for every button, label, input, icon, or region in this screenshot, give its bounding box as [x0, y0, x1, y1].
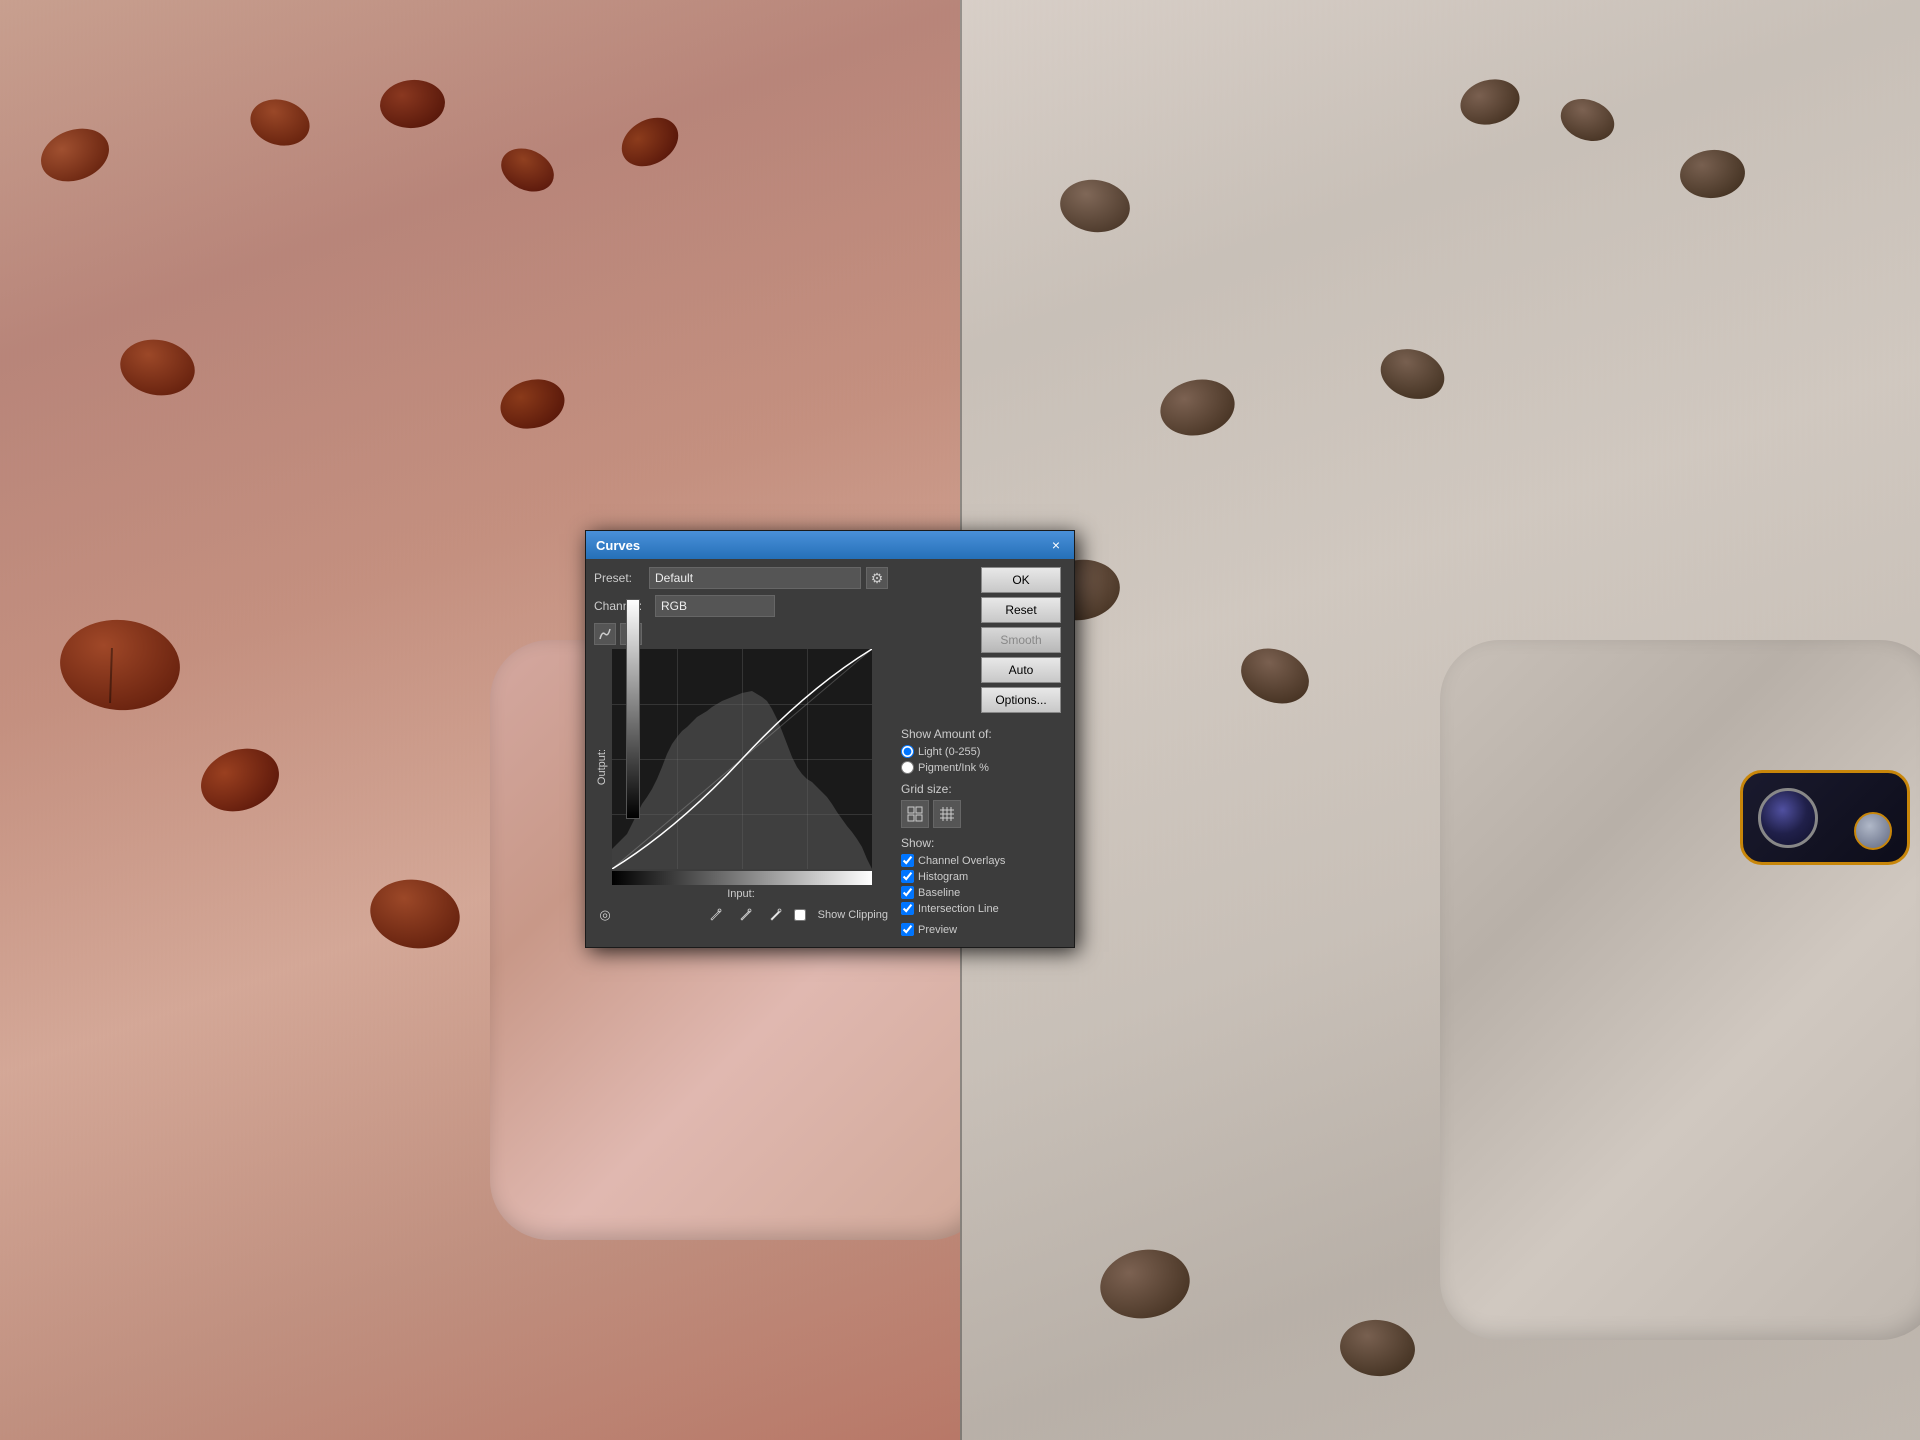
grid-size-title: Grid size: [901, 782, 1061, 796]
camera-lens-main-right [1758, 788, 1818, 848]
dialog-titlebar: Curves × [586, 531, 1074, 559]
white-eyedropper-icon[interactable] [764, 904, 786, 926]
grid-icons-row [901, 800, 1061, 828]
preset-gear-icon[interactable]: ⚙ [866, 567, 888, 589]
output-gradient-bar [626, 599, 640, 819]
preset-select[interactable]: Default Custom Lighter Darker [649, 567, 861, 589]
show-title: Show: [901, 836, 1061, 850]
buttons-column: OK Reset Smooth Auto Options... [901, 567, 1061, 721]
baseline-row: Baseline [901, 886, 1061, 899]
preview-checkbox[interactable] [901, 923, 914, 936]
dialog-close-button[interactable]: × [1048, 537, 1064, 553]
radio-light-row: Light (0-255) [901, 745, 1061, 758]
curves-canvas-container [612, 649, 872, 885]
curve-tool-spline[interactable] [594, 623, 616, 645]
options-button[interactable]: Options... [981, 687, 1061, 713]
grid-large-button[interactable] [933, 800, 961, 828]
camera-lens-small-right [1854, 812, 1892, 850]
grid-small-button[interactable] [901, 800, 929, 828]
ok-button[interactable]: OK [981, 567, 1061, 593]
channel-overlays-row: Channel Overlays [901, 854, 1061, 867]
input-gradient-bar [612, 871, 872, 885]
show-section: Show: Channel Overlays Histogram Baselin… [901, 836, 1061, 915]
phone-right [1440, 640, 1920, 1340]
channel-select[interactable]: RGB Red Green Blue [655, 595, 775, 617]
intersection-row: Intersection Line [901, 902, 1061, 915]
auto-button[interactable]: Auto [981, 657, 1061, 683]
camera-housing-right [1740, 770, 1910, 865]
channel-label: Channel: [594, 599, 650, 613]
smooth-button[interactable]: Smooth [981, 627, 1061, 653]
grid-size-section: Grid size: [901, 782, 1061, 828]
show-clipping-label: Show Clipping [818, 909, 888, 921]
preset-row: Preset: Default Custom Lighter Darker ⚙ [594, 567, 888, 589]
channel-overlays-label: Channel Overlays [918, 855, 1005, 867]
radio-pigment[interactable] [901, 761, 914, 774]
baseline-checkbox[interactable] [901, 886, 914, 899]
curves-svg [612, 649, 872, 869]
bottom-toolbar: ◎ [594, 900, 888, 930]
preview-row: Preview [901, 923, 1061, 936]
black-eyedropper-icon[interactable] [704, 904, 726, 926]
right-panel: OK Reset Smooth Auto Options... Show Amo… [896, 567, 1066, 939]
radio-light[interactable] [901, 745, 914, 758]
target-icon[interactable]: ◎ [594, 904, 616, 926]
show-clipping-checkbox[interactable] [794, 909, 806, 921]
reset-button[interactable]: Reset [981, 597, 1061, 623]
show-amount-section: Show Amount of: Light (0-255) Pigment/In… [901, 727, 1061, 774]
preview-label: Preview [918, 924, 957, 936]
input-label: Input: [594, 885, 888, 900]
preset-label: Preset: [594, 571, 644, 585]
histogram-row: Histogram [901, 870, 1061, 883]
dialog-title: Curves [596, 538, 640, 553]
baseline-label: Baseline [918, 887, 960, 899]
dialog-body: Preset: Default Custom Lighter Darker ⚙ … [586, 559, 1074, 947]
left-panel: Preset: Default Custom Lighter Darker ⚙ … [594, 567, 888, 939]
intersection-checkbox[interactable] [901, 902, 914, 915]
histogram-checkbox[interactable] [901, 870, 914, 883]
photo-right [960, 0, 1920, 1440]
radio-light-label: Light (0-255) [918, 746, 980, 758]
intersection-label: Intersection Line [918, 903, 999, 915]
histogram-label: Histogram [918, 871, 968, 883]
radio-pigment-row: Pigment/Ink % [901, 761, 1061, 774]
show-amount-title: Show Amount of: [901, 727, 1061, 741]
curves-dialog: Curves × Preset: Default Custom Lighter … [585, 530, 1075, 948]
output-label: Output: [594, 749, 608, 785]
gray-eyedropper-icon[interactable] [734, 904, 756, 926]
radio-pigment-label: Pigment/Ink % [918, 762, 989, 774]
curves-canvas[interactable] [612, 649, 872, 869]
channel-overlays-checkbox[interactable] [901, 854, 914, 867]
